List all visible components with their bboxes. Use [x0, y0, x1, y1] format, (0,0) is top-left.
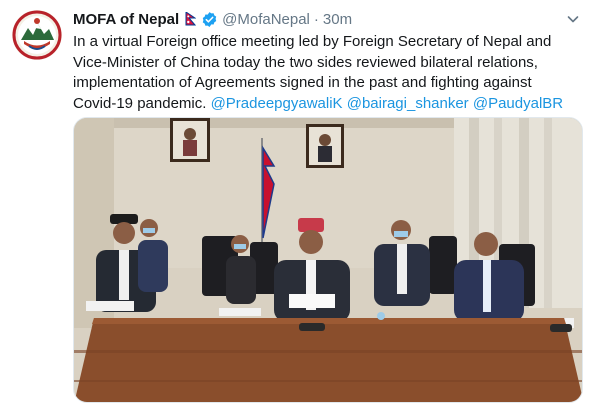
tweet-text-line: Covid-19 pandemic.: [73, 94, 207, 112]
tweet-text: In a virtual Foreign office meeting led …: [73, 32, 585, 114]
nepal-flag-icon: [185, 12, 197, 26]
mention-link[interactable]: @PradeepgyawaliK: [211, 95, 343, 112]
tweet-text-line: Vice-Minister of China today the two sid…: [73, 53, 538, 71]
tweet-text-line: implementation of Agreements signed in t…: [73, 74, 532, 91]
author-handle[interactable]: @MofaNepal: [222, 11, 310, 28]
mofa-logo-icon: [12, 10, 62, 60]
avatar[interactable]: [12, 10, 62, 60]
tweet-text-line: In a virtual Foreign office meeting led …: [73, 33, 552, 50]
separator-dot: ·: [313, 10, 319, 28]
mention-link[interactable]: @PaudyalBR: [473, 95, 563, 112]
tweet-header: MOFA of Nepal @MofaNepal · 30m: [73, 9, 583, 29]
tweet-text-line-last: Covid-19 pandemic. @PradeepgyawaliK @bai…: [73, 94, 585, 115]
author-name[interactable]: MOFA of Nepal: [73, 11, 179, 28]
chevron-down-icon[interactable]: [565, 11, 581, 32]
mention-link[interactable]: @bairagi_shanker: [347, 95, 469, 112]
verified-badge-icon: [201, 11, 218, 28]
tweet-photo[interactable]: [73, 117, 583, 403]
tweet-timestamp[interactable]: 30m: [323, 11, 352, 28]
meeting-photo: [74, 118, 582, 402]
